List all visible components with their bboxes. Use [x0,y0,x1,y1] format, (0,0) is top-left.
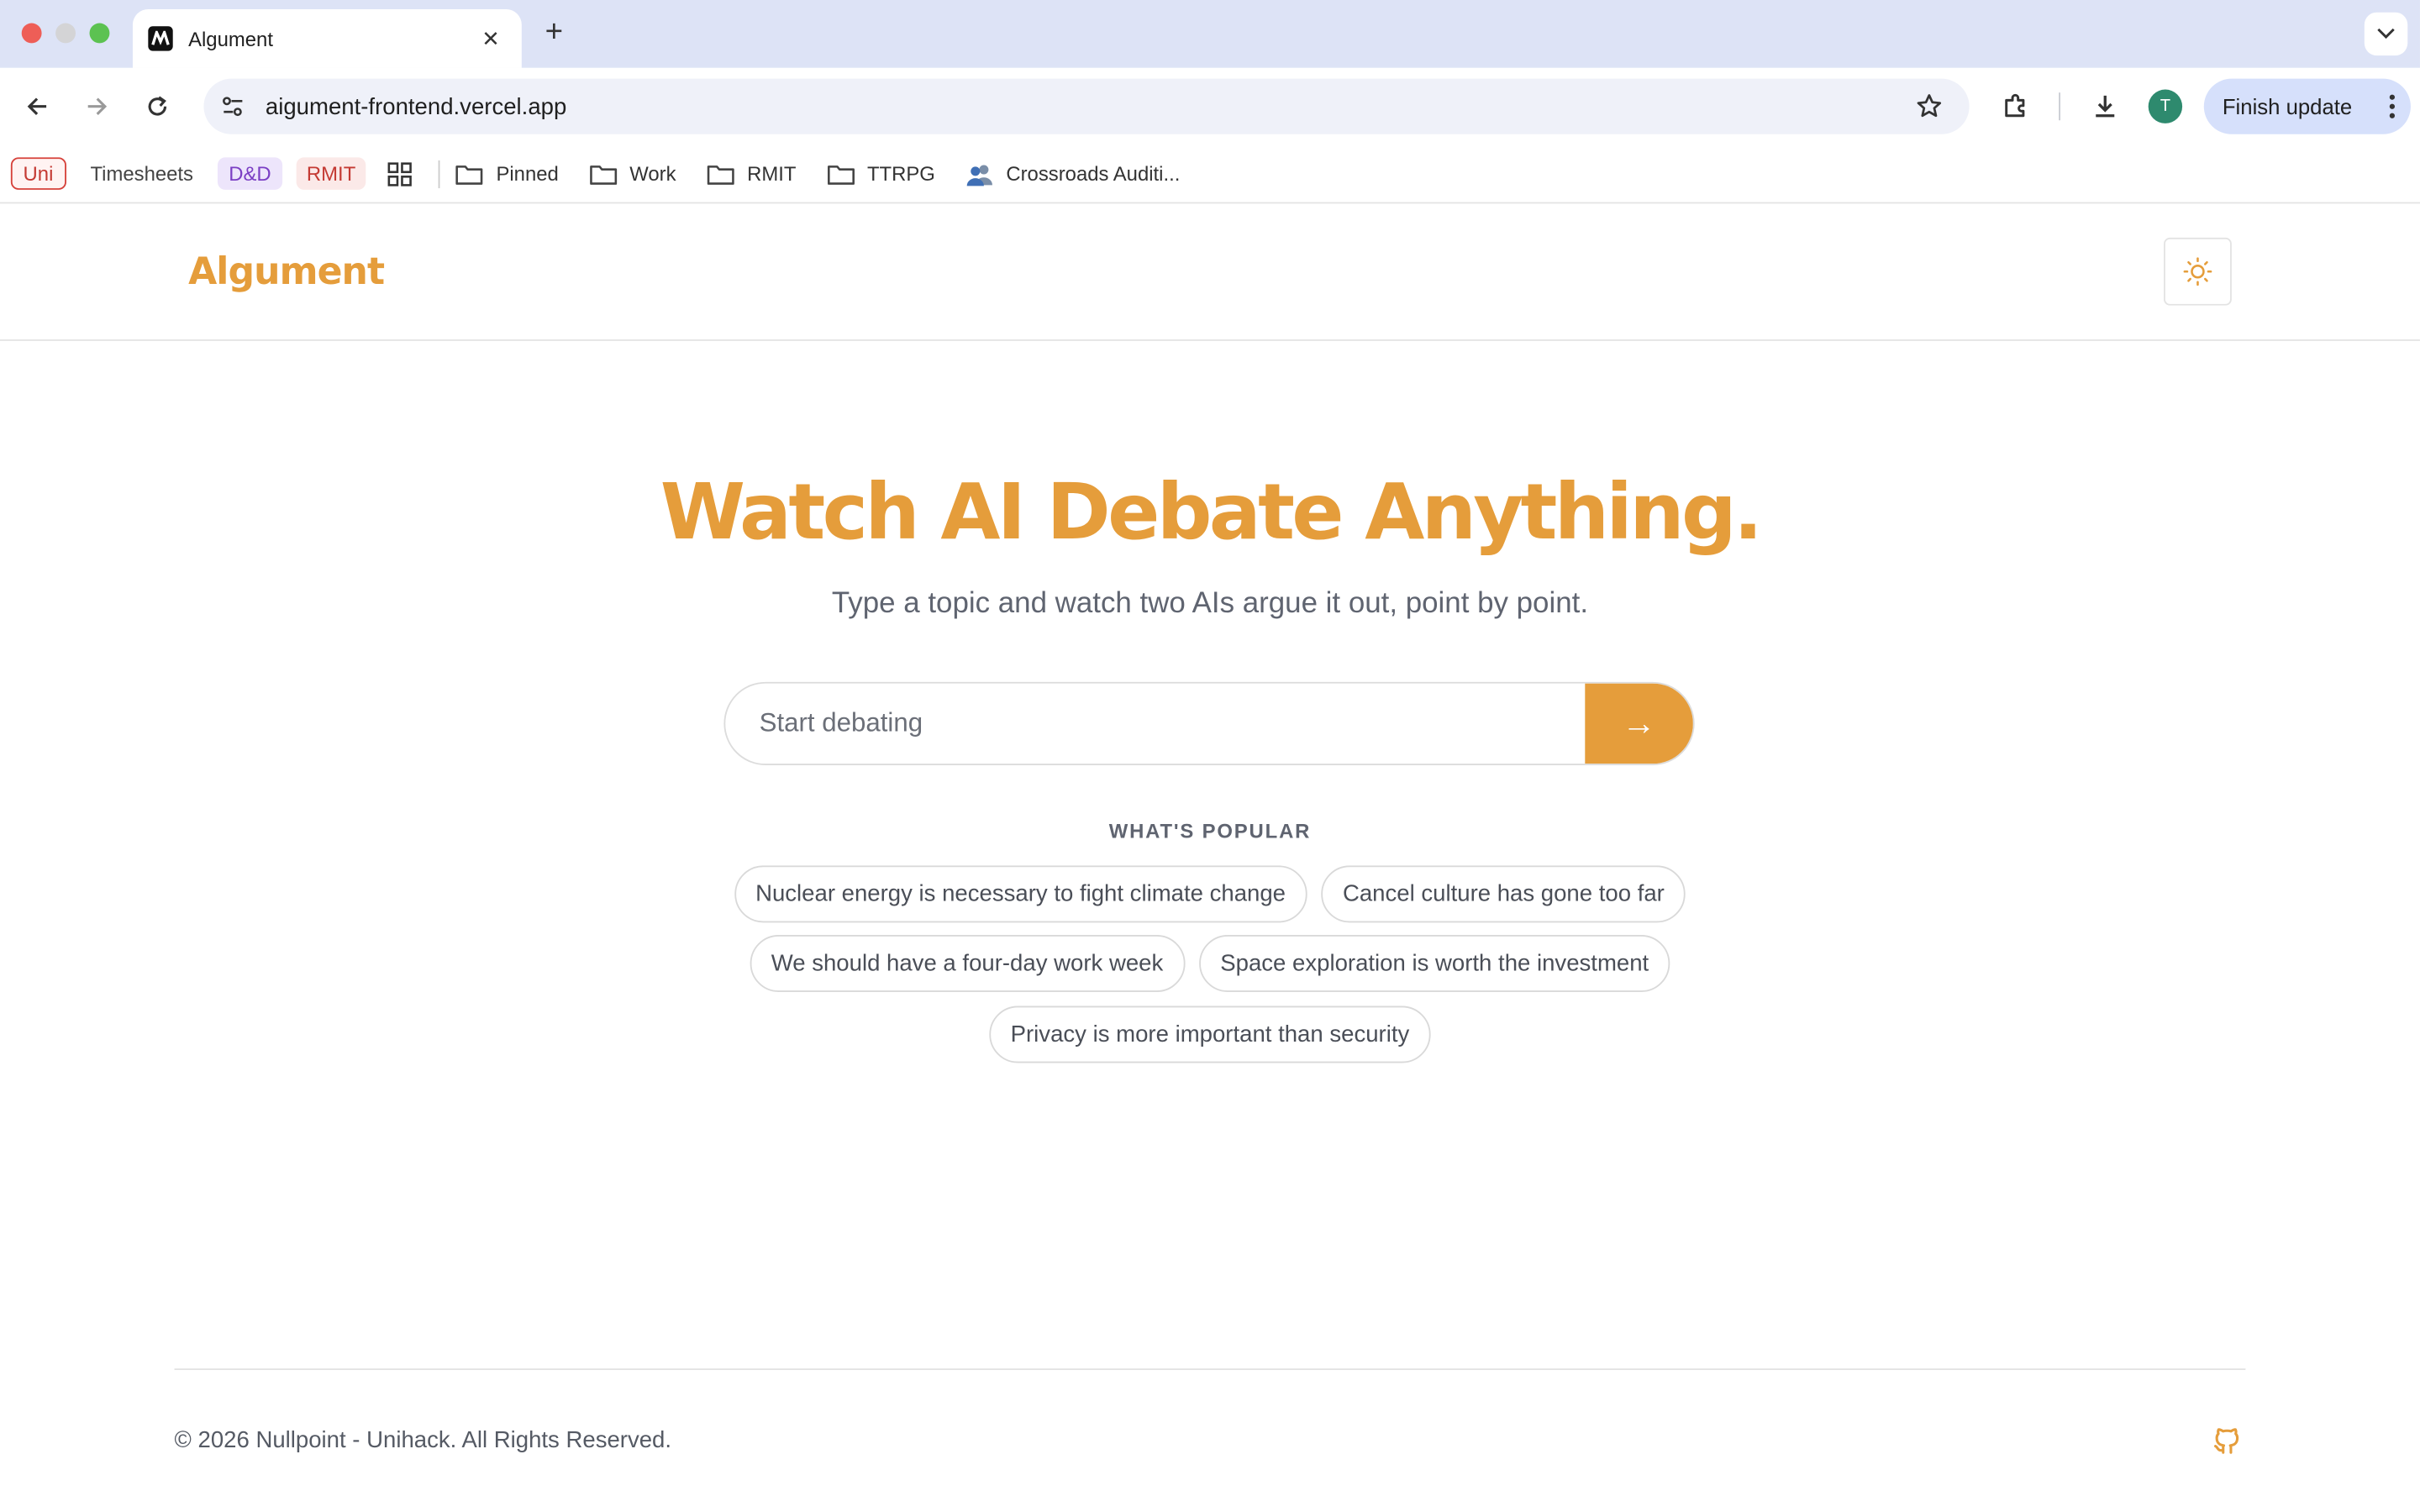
tab-close-icon[interactable]: ✕ [476,25,507,51]
bookmark-link-label: Crossroads Auditi... [1006,161,1181,186]
tab-strip: Algument ✕ + [0,0,2420,68]
chevron-down-icon [2377,28,2395,39]
site-logo[interactable]: Algument [188,250,385,293]
site-settings-icon[interactable] [219,92,247,120]
theme-toggle-button[interactable] [2164,237,2232,306]
bookmark-folder-label: TTRPG [866,161,935,186]
folder-icon [827,165,855,184]
apps-grid-icon[interactable] [387,160,414,187]
site-favicon-icon [148,26,173,51]
bookmark-folder-work[interactable]: Work [590,161,676,186]
bookmark-star-icon[interactable] [1911,88,1948,125]
bookmark-folder-rmit[interactable]: RMIT [707,161,797,186]
finish-update-label: Finish update [2222,94,2353,119]
bookmarks-bar: Uni Timesheets D&D RMIT Pinned Work RMIT… [0,144,2420,204]
address-url: aigument-frontend.vercel.app [265,93,567,120]
debate-search-form: → [723,681,1695,766]
bookmark-folder-label: RMIT [747,161,797,186]
folder-icon [456,165,484,184]
close-window-button[interactable] [21,23,42,44]
site-header: Algument [0,203,2420,341]
github-icon[interactable] [2210,1424,2244,1457]
popular-topic-chip[interactable]: Privacy is more important than security [988,1005,1431,1063]
browser-toolbar: aigument-frontend.vercel.app T Finish up… [0,67,2420,145]
hero-subtitle: Type a topic and watch two AIs argue it … [831,587,1589,621]
folder-icon [707,165,734,184]
footer-copyright: © 2026 Nullpoint - Unihack. All Rights R… [174,1426,672,1454]
popular-topic-chip[interactable]: We should have a four-day work week [750,935,1186,992]
forward-button[interactable] [77,87,118,127]
people-icon [966,164,992,186]
finish-update-button[interactable]: Finish update [2203,78,2411,134]
bookmark-dnd[interactable]: D&D [218,157,282,190]
popular-heading: WHAT'S POPULAR [1108,819,1312,843]
hero-title: Watch AI Debate Anything. [660,467,1763,558]
bookmark-folder-pinned[interactable]: Pinned [456,161,559,186]
popular-row: We should have a four-day work week Spac… [0,935,2420,992]
reload-icon [148,96,167,116]
tab-title: Algument [188,27,273,50]
popular-topic-chip[interactable]: Space exploration is worth the investmen… [1198,935,1670,992]
bookmark-rmit-chip[interactable]: RMIT [296,157,367,190]
downloads-icon[interactable] [2086,88,2123,125]
popular-row: Nuclear energy is necessary to fight cli… [0,865,2420,923]
popular-topic-chip[interactable]: Nuclear energy is necessary to fight cli… [734,865,1307,923]
debate-topic-input[interactable] [725,683,1587,764]
sun-icon [2183,257,2212,286]
arrow-right-icon [87,97,108,116]
bookmark-uni[interactable]: Uni [10,157,66,190]
footer-divider [174,1368,2246,1370]
bookmark-folder-label: Work [629,161,676,186]
arrow-left-icon [27,97,47,116]
extensions-icon[interactable] [1997,88,2034,125]
bookmark-folder-label: Pinned [496,161,559,186]
bookmark-timesheets[interactable]: Timesheets [80,157,204,190]
address-bar[interactable]: aigument-frontend.vercel.app [203,78,1970,134]
new-tab-button[interactable]: + [537,15,571,49]
reload-button[interactable] [137,87,177,127]
more-options-icon [2389,94,2396,118]
bookmark-crossroads[interactable]: Crossroads Auditi... [966,161,1181,186]
folder-icon [590,165,618,184]
maximize-window-button[interactable] [89,23,110,44]
browser-tab-active[interactable]: Algument ✕ [132,9,522,68]
popular-topic-chip[interactable]: Cancel culture has gone too far [1321,865,1686,923]
bookmarks-divider [439,160,441,188]
tab-search-button[interactable] [2364,12,2408,56]
back-button[interactable] [17,87,57,127]
start-debate-button[interactable]: → [1585,683,1693,764]
minimize-window-button[interactable] [55,23,76,44]
toolbar-divider [2059,92,2060,121]
profile-avatar[interactable]: T [2148,89,2183,123]
popular-row: Privacy is more important than security [0,1005,2420,1063]
bookmark-folder-ttrpg[interactable]: TTRPG [827,161,935,186]
